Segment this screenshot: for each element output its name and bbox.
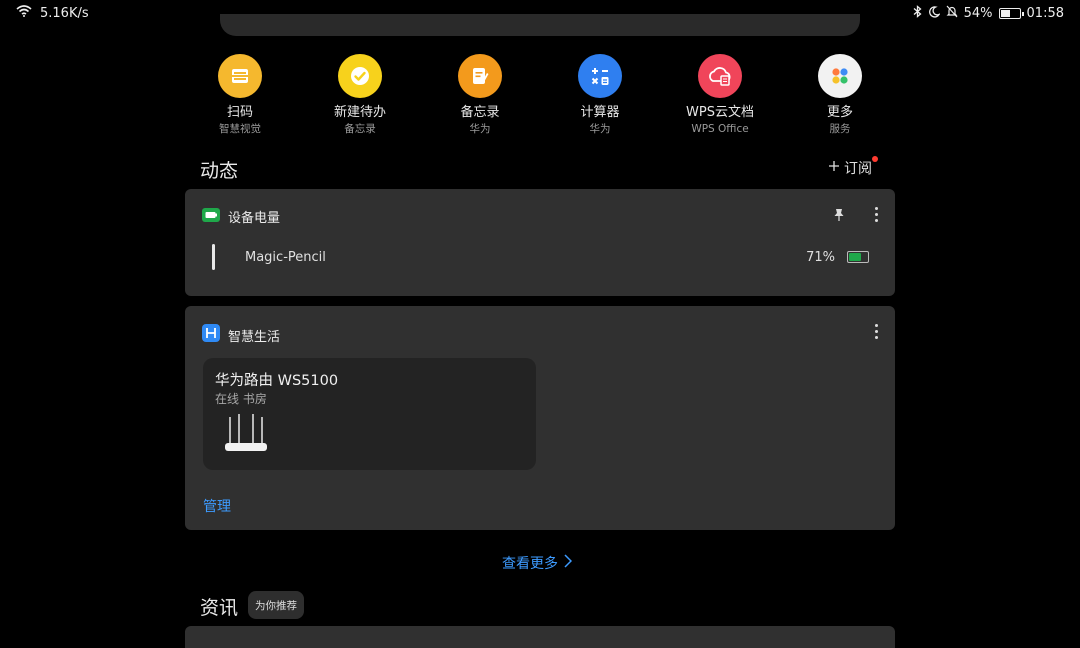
smart-life-card[interactable]: 智慧生活 华为路由 WS5100 在线 书房 管理: [185, 306, 895, 530]
app-name: 更多: [826, 105, 853, 120]
app-notes[interactable]: 备忘录 华为: [420, 54, 540, 136]
todo-check-icon: [338, 54, 382, 98]
router-device-card[interactable]: 华为路由 WS5100 在线 书房: [203, 358, 536, 470]
app-sub: 备忘录: [344, 123, 376, 135]
card-more-menu-icon[interactable]: [875, 207, 879, 222]
search-bar[interactable]: [220, 14, 860, 36]
app-calculator[interactable]: 计算器 华为: [540, 54, 660, 136]
pencil-icon: [212, 244, 215, 270]
device-battery-card[interactable]: 设备电量 Magic-Pencil 71%: [185, 189, 895, 296]
news-card[interactable]: [185, 626, 895, 648]
notification-dot: [872, 156, 878, 162]
subscribe-label: 订阅: [844, 161, 872, 177]
card-title: 智慧生活: [228, 329, 281, 345]
app-name: 扫码: [226, 105, 253, 120]
app-sub: WPS Office: [691, 123, 749, 135]
device-battery-icon: [847, 251, 869, 263]
battery-icon: [998, 8, 1024, 19]
app-sub: 华为: [589, 123, 611, 135]
app-wps-cloud[interactable]: WPS云文档 WPS Office: [660, 54, 780, 136]
chevron-right-icon: [564, 554, 573, 572]
card-more-menu-icon[interactable]: [875, 324, 879, 339]
section-title-news: 资讯: [200, 597, 239, 619]
router-name: 华为路由 WS5100: [215, 373, 339, 389]
clock: 01:58: [1026, 6, 1064, 21]
device-battery-percent: 71%: [806, 250, 835, 265]
router-icon: [223, 413, 269, 459]
scan-icon: [218, 54, 262, 98]
more-services-icon: [818, 54, 862, 98]
app-sub: 服务: [829, 123, 851, 135]
quick-apps-row: 扫码 智慧视觉 新建待办 备忘录 备忘录 华为 计算器 华为 WPS云文档 WP…: [180, 54, 900, 144]
app-sub: 智慧视觉: [219, 123, 261, 135]
app-sub: 华为: [469, 123, 491, 135]
plus-icon: [828, 160, 840, 176]
app-name: 计算器: [580, 105, 620, 120]
bluetooth-icon: [913, 5, 922, 22]
pin-icon[interactable]: [833, 207, 845, 226]
battery-card-icon: [202, 207, 220, 226]
app-scan[interactable]: 扫码 智慧视觉: [180, 54, 300, 136]
moon-icon: [928, 5, 941, 22]
app-more-services[interactable]: 更多 服务: [780, 54, 900, 136]
section-title-dynamics: 动态: [200, 160, 239, 182]
card-title: 设备电量: [228, 211, 281, 226]
device-name: Magic-Pencil: [245, 250, 326, 265]
app-name: WPS云文档: [686, 105, 754, 120]
calculator-icon: [578, 54, 622, 98]
app-name: 备忘录: [460, 105, 500, 120]
network-speed: 5.16K/s: [40, 5, 89, 21]
app-new-todo[interactable]: 新建待办 备忘录: [300, 54, 420, 136]
battery-percent: 54%: [963, 6, 993, 21]
subscribe-button[interactable]: 订阅: [828, 156, 878, 178]
wifi-icon: [16, 5, 32, 21]
see-more-link[interactable]: 查看更多: [502, 553, 573, 573]
see-more-label: 查看更多: [502, 556, 558, 572]
mute-bell-icon: [946, 5, 958, 22]
smart-life-icon: [202, 324, 220, 346]
manage-link[interactable]: 管理: [203, 496, 231, 516]
router-status: 在线 书房: [215, 392, 267, 406]
recommended-badge[interactable]: 为你推荐: [248, 591, 304, 619]
app-name: 新建待办: [333, 105, 386, 120]
wps-cloud-icon: [698, 54, 742, 98]
notes-icon: [458, 54, 502, 98]
